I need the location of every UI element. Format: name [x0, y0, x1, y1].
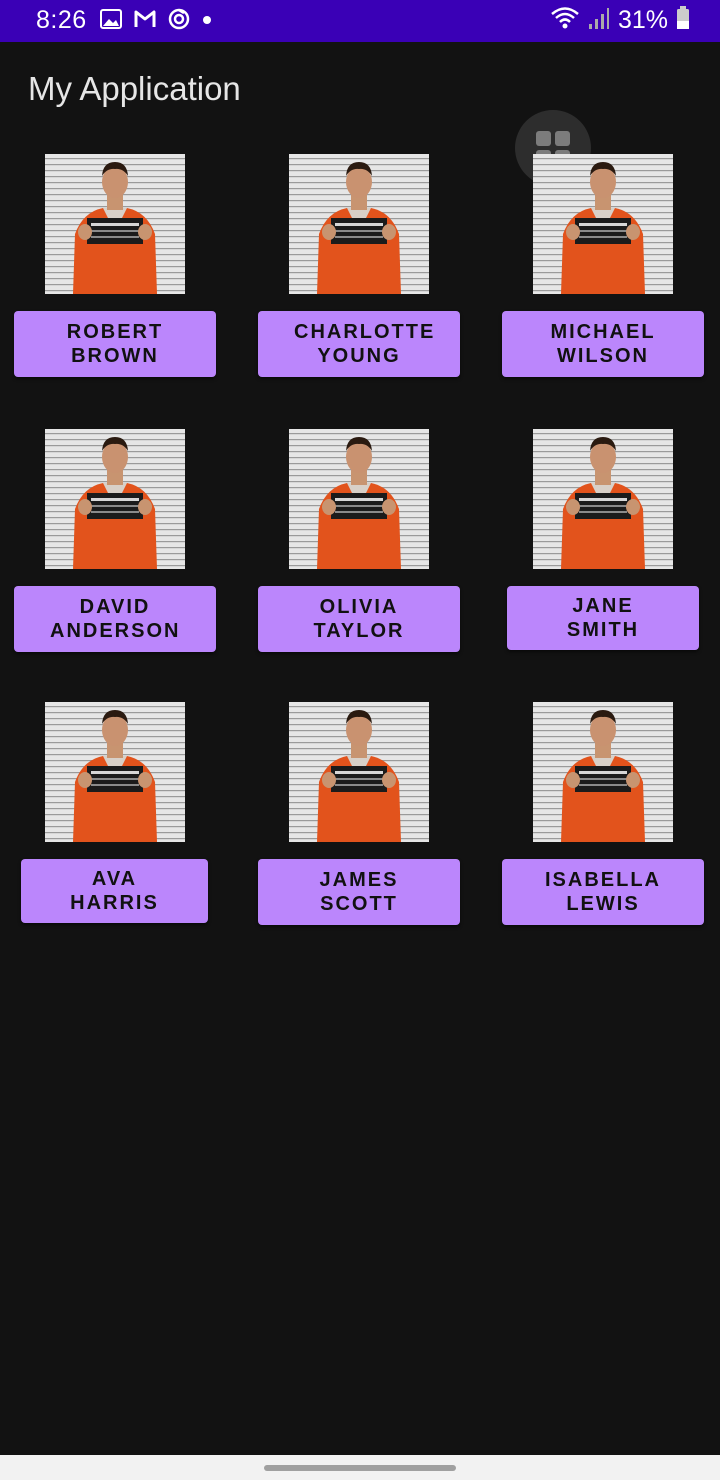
home-handle[interactable] [264, 1465, 456, 1471]
battery-icon [676, 5, 690, 35]
person-name-button[interactable]: OLIVIA TAYLOR [258, 586, 460, 652]
gallery-icon [100, 8, 122, 34]
person-photo [45, 429, 185, 569]
person-name-label: ISABELLA LEWIS [545, 869, 661, 915]
battery-percent: 31% [617, 5, 668, 34]
person-name-label: ROBERT BROWN [66, 321, 164, 367]
person-photo [533, 154, 673, 294]
person-photo [45, 154, 185, 294]
gmail-icon [134, 10, 156, 33]
status-bar: 8:26 31% [0, 0, 720, 42]
person-name-label: JANE SMITH [566, 595, 640, 641]
person-name-label: OLIVIA TAYLOR [313, 596, 405, 642]
person-name-button[interactable]: JAMES SCOTT [258, 859, 460, 925]
person-photo [45, 702, 185, 842]
status-time: 8:26 [36, 6, 87, 34]
person-name-label: AVA HARRIS [70, 868, 159, 914]
person-name-button[interactable]: JANE SMITH [507, 586, 699, 650]
signal-icon [588, 6, 610, 35]
system-icons: 31% [550, 5, 690, 35]
sync-icon [168, 8, 190, 35]
person-photo [533, 429, 673, 569]
person-name-button[interactable]: AVA HARRIS [21, 859, 208, 923]
person-name-label: CHARLOTTE YOUNG [294, 321, 436, 367]
person-name-button[interactable]: DAVID ANDERSON [14, 586, 216, 652]
person-name-label: JAMES SCOTT [319, 869, 399, 915]
person-photo [289, 154, 429, 294]
person-name-label: DAVID ANDERSON [50, 596, 181, 642]
person-photo [533, 702, 673, 842]
wifi-icon [550, 6, 580, 35]
person-photo [289, 702, 429, 842]
navigation-bar [0, 1455, 720, 1480]
app-title: My Application [28, 70, 241, 107]
person-name-button[interactable]: MICHAEL WILSON [502, 311, 704, 377]
dot-icon [202, 12, 212, 30]
person-photo [289, 429, 429, 569]
person-name-button[interactable]: ROBERT BROWN [14, 311, 216, 377]
notification-icons [100, 8, 212, 34]
person-name-label: MICHAEL WILSON [550, 321, 656, 367]
person-name-button[interactable]: CHARLOTTE YOUNG [258, 311, 460, 377]
person-name-button[interactable]: ISABELLA LEWIS [502, 859, 704, 925]
